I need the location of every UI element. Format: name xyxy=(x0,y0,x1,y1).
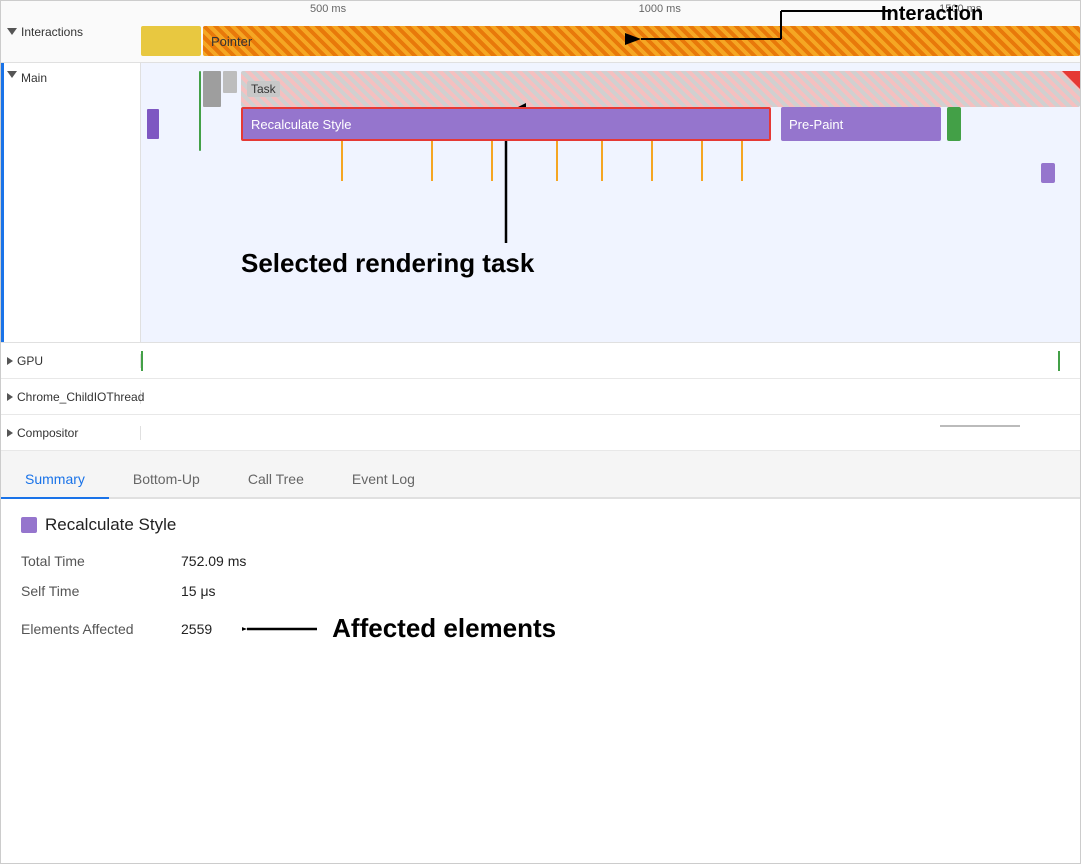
self-time-value: 15 μs xyxy=(181,583,216,599)
tab-event-log[interactable]: Event Log xyxy=(328,461,439,499)
purple-small-right xyxy=(1041,163,1055,183)
app-container: Interactions 500 ms 1000 ms 1500 ms Poin… xyxy=(1,1,1080,660)
expand-triangle-gpu[interactable] xyxy=(7,357,13,365)
affected-arrow xyxy=(242,619,322,639)
self-time-label: Self Time xyxy=(21,583,181,599)
green-block-right xyxy=(947,107,961,141)
purple-left xyxy=(147,109,159,139)
pointer-yellow-block xyxy=(141,26,201,56)
elements-affected-row: Elements Affected 2559 Affected elements xyxy=(21,613,1060,644)
tab-summary-label: Summary xyxy=(25,471,85,487)
interactions-label: Interactions xyxy=(1,25,141,39)
gpu-green-right xyxy=(1058,351,1060,371)
tabs-bar: Summary Bottom-Up Call Tree Event Log xyxy=(1,451,1080,499)
tab-bottom-up[interactable]: Bottom-Up xyxy=(109,461,224,499)
compositor-gray-bar xyxy=(940,425,1020,427)
task-label: Task xyxy=(247,81,280,97)
gpu-label: GPU xyxy=(1,354,141,368)
pointer-orange-block: Pointer xyxy=(203,26,1080,56)
collapse-triangle-main[interactable] xyxy=(7,71,17,78)
chrome-child-row: Chrome_ChildIOThread xyxy=(1,379,1080,415)
main-row: Main Task Recalculate Style Pre-Paint xyxy=(1,63,1080,343)
chrome-child-label-text: Chrome_ChildIOThread xyxy=(17,390,144,404)
ruler-mark-500: 500 ms xyxy=(310,3,346,15)
event-title-row: Recalculate Style xyxy=(21,515,1060,535)
rendering-task-annotation: Selected rendering task xyxy=(241,248,534,279)
elements-affected-label: Elements Affected xyxy=(21,621,181,637)
gpu-green-left xyxy=(141,351,143,371)
expand-triangle-compositor[interactable] xyxy=(7,429,13,437)
rendering-task-text: Selected rendering task xyxy=(241,248,534,278)
gray-block-2 xyxy=(223,71,237,93)
main-label: Main xyxy=(1,63,141,342)
expand-triangle-chrome[interactable] xyxy=(7,393,13,401)
ruler-mark-1000: 1000 ms xyxy=(639,3,681,15)
tick-4 xyxy=(556,141,558,181)
tab-summary[interactable]: Summary xyxy=(1,461,109,499)
prepaint-label: Pre-Paint xyxy=(789,117,843,132)
self-time-row: Self Time 15 μs xyxy=(21,583,1060,599)
compositor-label: Compositor xyxy=(1,426,141,440)
event-title-text: Recalculate Style xyxy=(45,515,176,535)
summary-panel: Recalculate Style Total Time 752.09 ms S… xyxy=(1,499,1080,660)
tick-7 xyxy=(701,141,703,181)
tick-6 xyxy=(651,141,653,181)
ruler-mark-1500: 1500 ms xyxy=(939,3,981,15)
chrome-child-label: Chrome_ChildIOThread xyxy=(1,390,141,404)
prepaint-bar[interactable]: Pre-Paint xyxy=(781,107,941,141)
tick-1 xyxy=(341,141,343,181)
tab-call-tree-label: Call Tree xyxy=(248,471,304,487)
elements-affected-value: 2559 xyxy=(181,621,212,637)
compositor-label-text: Compositor xyxy=(17,426,78,440)
total-time-value: 752.09 ms xyxy=(181,553,246,569)
interactions-label-text: Interactions xyxy=(21,25,83,39)
tick-3 xyxy=(491,141,493,181)
interactions-row: Interactions 500 ms 1000 ms 1500 ms Poin… xyxy=(1,1,1080,63)
gray-block-1 xyxy=(203,71,221,107)
tick-8 xyxy=(741,141,743,181)
gpu-track xyxy=(141,343,1080,379)
total-time-label: Total Time xyxy=(21,553,181,569)
task-bar[interactable]: Task xyxy=(241,71,1080,107)
main-track: Task Recalculate Style Pre-Paint xyxy=(141,63,1080,342)
interactions-track: Pointer xyxy=(141,19,1080,63)
tab-bottom-up-label: Bottom-Up xyxy=(133,471,200,487)
green-line-left xyxy=(199,71,201,151)
compositor-track xyxy=(141,415,1080,451)
main-label-text: Main xyxy=(21,71,47,85)
event-color-swatch xyxy=(21,517,37,533)
recalc-bar[interactable]: Recalculate Style xyxy=(241,107,771,141)
tab-call-tree[interactable]: Call Tree xyxy=(224,461,328,499)
affected-annotation-text: Affected elements xyxy=(332,613,556,644)
tick-2 xyxy=(431,141,433,181)
gpu-row: GPU xyxy=(1,343,1080,379)
compositor-row: Compositor xyxy=(1,415,1080,451)
collapse-triangle-interactions[interactable] xyxy=(7,28,17,35)
tick-5 xyxy=(601,141,603,181)
tab-event-log-label: Event Log xyxy=(352,471,415,487)
gpu-label-text: GPU xyxy=(17,354,43,368)
total-time-row: Total Time 752.09 ms xyxy=(21,553,1060,569)
pointer-label: Pointer xyxy=(211,34,252,49)
chrome-child-track xyxy=(141,379,1080,415)
recalc-label: Recalculate Style xyxy=(251,117,351,132)
